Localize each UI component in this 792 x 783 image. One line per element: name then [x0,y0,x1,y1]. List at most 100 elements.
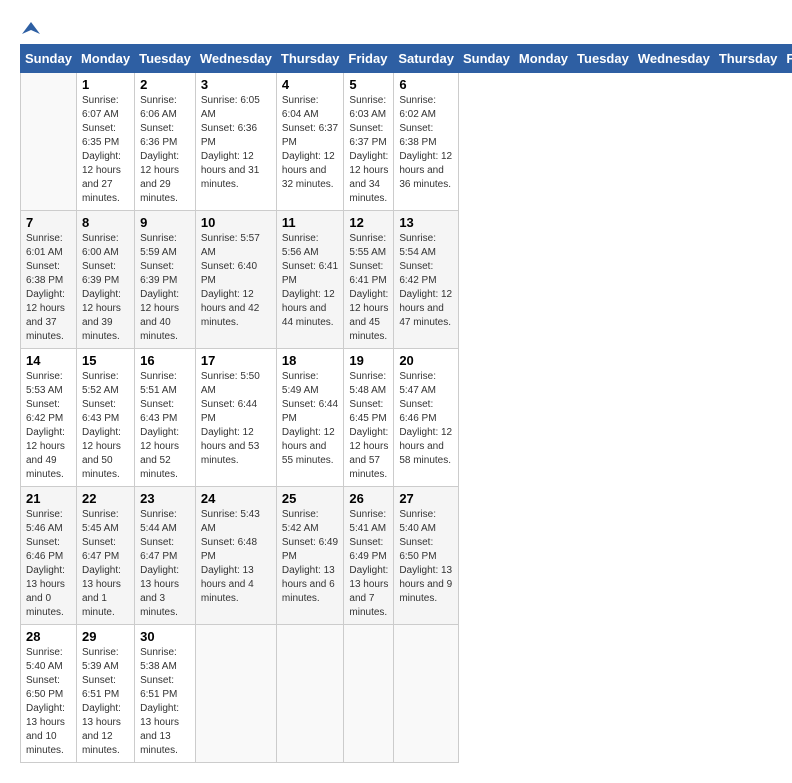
day-number: 15 [82,353,129,368]
day-cell: 13 Sunrise: 5:54 AMSunset: 6:42 PMDayligh… [394,211,459,349]
day-cell: 18 Sunrise: 5:49 AMSunset: 6:44 PMDayligh… [276,349,344,487]
day-info: Sunrise: 5:45 AMSunset: 6:47 PMDaylight:… [82,508,129,620]
daylight-text: Daylight: 12 hours and 39 minutes. [82,288,129,344]
sunrise-text: Sunrise: 5:38 AM [140,646,190,674]
day-info: Sunrise: 5:47 AMSunset: 6:46 PMDaylight:… [399,370,453,468]
sunset-text: Sunset: 6:49 PM [282,536,339,564]
calendar-header-row: SundayMondayTuesdayWednesdayThursdayFrid… [21,45,792,73]
week-row-2: 7Sunrise: 6:01 AMSunset: 6:38 PMDaylight… [21,211,792,349]
sunset-text: Sunset: 6:47 PM [82,536,129,564]
day-number: 18 [282,353,339,368]
day-number: 3 [201,77,271,92]
daylight-text: Daylight: 12 hours and 31 minutes. [201,150,271,192]
day-number: 21 [26,491,71,506]
daylight-text: Daylight: 12 hours and 50 minutes. [82,426,129,482]
sunrise-text: Sunrise: 5:59 AM [140,232,190,260]
day-info: Sunrise: 5:57 AMSunset: 6:40 PMDaylight:… [201,232,271,330]
sunrise-text: Sunrise: 5:51 AM [140,370,190,398]
daylight-text: Daylight: 12 hours and 57 minutes. [349,426,388,482]
header-day-friday: Friday [344,45,394,73]
sunrise-text: Sunrise: 6:04 AM [282,94,339,122]
sunset-text: Sunset: 6:49 PM [349,536,388,564]
day-cell: 17Sunrise: 5:50 AMSunset: 6:44 PMDayligh… [195,349,276,487]
header-wednesday: Wednesday [633,45,714,73]
day-info: Sunrise: 6:07 AMSunset: 6:35 PMDaylight:… [82,94,129,206]
header-day-monday: Monday [76,45,134,73]
week-row-1: 1 Sunrise: 6:07 AMSunset: 6:35 PMDaylight… [21,73,792,211]
sunrise-text: Sunrise: 5:48 AM [349,370,388,398]
sunrise-text: Sunrise: 5:39 AM [82,646,129,674]
day-cell: 23Sunrise: 5:44 AMSunset: 6:47 PMDayligh… [135,487,196,625]
day-number: 20 [399,353,453,368]
sunset-text: Sunset: 6:38 PM [399,122,453,150]
day-number: 24 [201,491,271,506]
day-info: Sunrise: 5:40 AMSunset: 6:50 PMDaylight:… [399,508,453,606]
day-number: 13 [399,215,453,230]
daylight-text: Daylight: 12 hours and 47 minutes. [399,288,453,330]
daylight-text: Daylight: 12 hours and 55 minutes. [282,426,339,468]
day-info: Sunrise: 6:06 AMSunset: 6:36 PMDaylight:… [140,94,190,206]
day-number: 14 [26,353,71,368]
sunrise-text: Sunrise: 6:00 AM [82,232,129,260]
day-cell: 25Sunrise: 5:42 AMSunset: 6:49 PMDayligh… [276,487,344,625]
day-cell: 15Sunrise: 5:52 AMSunset: 6:43 PMDayligh… [76,349,134,487]
day-info: Sunrise: 5:43 AMSunset: 6:48 PMDaylight:… [201,508,271,606]
daylight-text: Daylight: 12 hours and 44 minutes. [282,288,339,330]
day-info: Sunrise: 6:00 AMSunset: 6:39 PMDaylight:… [82,232,129,344]
day-cell: 10Sunrise: 5:57 AMSunset: 6:40 PMDayligh… [195,211,276,349]
day-number: 5 [349,77,388,92]
day-info: Sunrise: 5:49 AMSunset: 6:44 PMDaylight:… [282,370,339,468]
day-cell [276,625,344,763]
day-number: 26 [349,491,388,506]
day-info: Sunrise: 5:44 AMSunset: 6:47 PMDaylight:… [140,508,190,620]
day-info: Sunrise: 5:38 AMSunset: 6:51 PMDaylight:… [140,646,190,758]
sunrise-text: Sunrise: 6:05 AM [201,94,271,122]
week-row-3: 14Sunrise: 5:53 AMSunset: 6:42 PMDayligh… [21,349,792,487]
day-cell: 22Sunrise: 5:45 AMSunset: 6:47 PMDayligh… [76,487,134,625]
day-cell: 6Sunrise: 6:02 AMSunset: 6:38 PMDaylight… [394,73,459,211]
daylight-text: Daylight: 12 hours and 29 minutes. [140,150,190,206]
day-cell [344,625,394,763]
day-cell [394,625,459,763]
header-day-thursday: Thursday [276,45,344,73]
day-number: 7 [26,215,71,230]
day-info: Sunrise: 6:02 AMSunset: 6:38 PMDaylight:… [399,94,453,192]
daylight-text: Daylight: 13 hours and 13 minutes. [140,702,190,758]
day-cell: 2 Sunrise: 6:06 AMSunset: 6:36 PMDaylight… [135,73,196,211]
day-info: Sunrise: 5:41 AMSunset: 6:49 PMDaylight:… [349,508,388,620]
day-cell: 3Sunrise: 6:05 AMSunset: 6:36 PMDaylight… [195,73,276,211]
daylight-text: Daylight: 13 hours and 6 minutes. [282,564,339,606]
day-cell: 7Sunrise: 6:01 AMSunset: 6:38 PMDaylight… [21,211,77,349]
day-cell: 24 Sunrise: 5:43 AMSunset: 6:48 PMDayligh… [195,487,276,625]
sunrise-text: Sunrise: 5:55 AM [349,232,388,260]
sunset-text: Sunset: 6:51 PM [82,674,129,702]
day-cell: 12Sunrise: 5:55 AMSunset: 6:41 PMDayligh… [344,211,394,349]
sunset-text: Sunset: 6:44 PM [201,398,271,426]
sunrise-text: Sunrise: 6:06 AM [140,94,190,122]
day-info: Sunrise: 5:54 AMSunset: 6:42 PMDaylight:… [399,232,453,330]
sunset-text: Sunset: 6:44 PM [282,398,339,426]
day-cell: 5Sunrise: 6:03 AMSunset: 6:37 PMDaylight… [344,73,394,211]
sunset-text: Sunset: 6:43 PM [140,398,190,426]
header-day-wednesday: Wednesday [195,45,276,73]
day-cell: 16Sunrise: 5:51 AMSunset: 6:43 PMDayligh… [135,349,196,487]
sunrise-text: Sunrise: 5:54 AM [399,232,453,260]
day-number: 2 [140,77,190,92]
header-sunday: Sunday [458,45,514,73]
daylight-text: Daylight: 12 hours and 45 minutes. [349,288,388,344]
sunset-text: Sunset: 6:47 PM [140,536,190,564]
day-number: 1 [82,77,129,92]
sunrise-text: Sunrise: 6:07 AM [82,94,129,122]
day-info: Sunrise: 5:55 AMSunset: 6:41 PMDaylight:… [349,232,388,344]
sunset-text: Sunset: 6:46 PM [399,398,453,426]
daylight-text: Daylight: 13 hours and 10 minutes. [26,702,71,758]
sunset-text: Sunset: 6:50 PM [399,536,453,564]
sunrise-text: Sunrise: 5:40 AM [399,508,453,536]
day-info: Sunrise: 5:59 AMSunset: 6:39 PMDaylight:… [140,232,190,344]
sunrise-text: Sunrise: 5:52 AM [82,370,129,398]
calendar-table: SundayMondayTuesdayWednesdayThursdayFrid… [20,44,792,763]
header-day-tuesday: Tuesday [135,45,196,73]
sunset-text: Sunset: 6:41 PM [349,260,388,288]
sunrise-text: Sunrise: 5:47 AM [399,370,453,398]
sunset-text: Sunset: 6:37 PM [349,122,388,150]
